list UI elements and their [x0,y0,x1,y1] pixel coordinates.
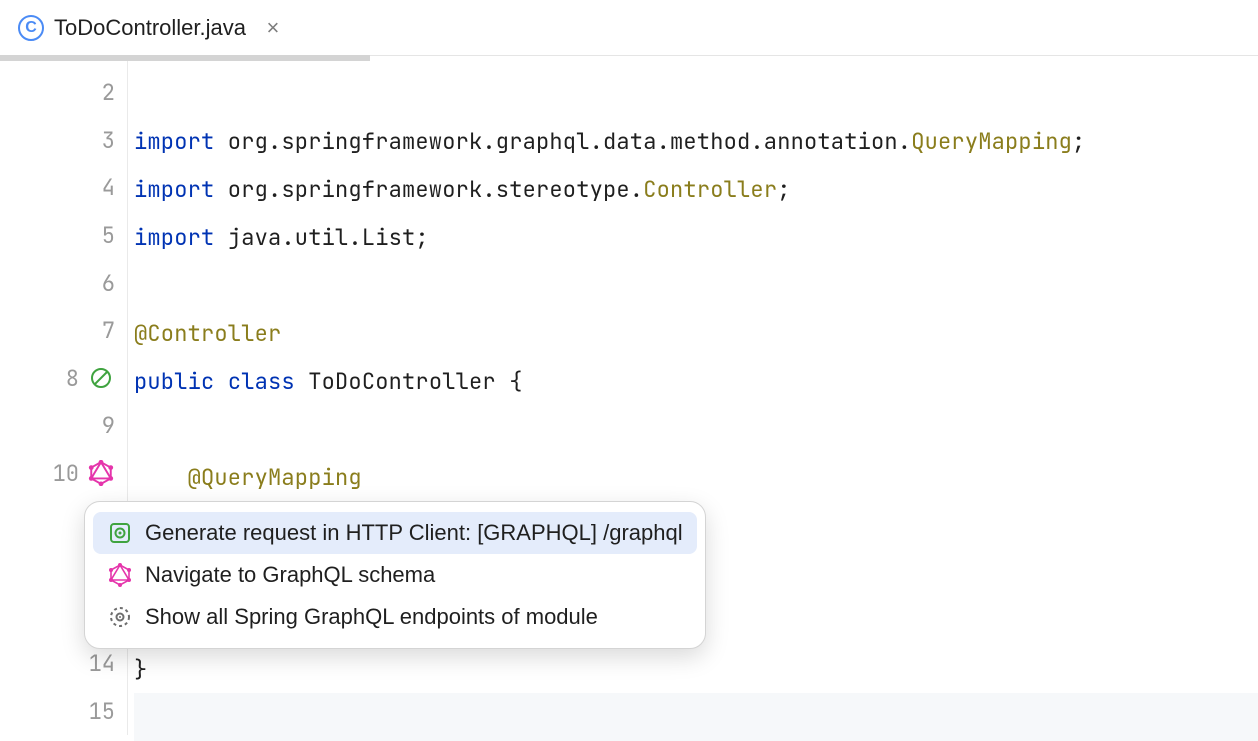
gutter-line[interactable]: 7 [0,307,127,355]
close-icon[interactable]: × [262,17,284,39]
code-line [134,405,1258,453]
code-line [134,261,1258,309]
code-line: public class ToDoController { [134,357,1258,405]
code-line: } [134,645,1258,693]
gutter-line[interactable]: 2 [0,69,127,117]
code-line: import org.springframework.stereotype.Co… [134,165,1258,213]
file-tab[interactable]: C ToDoController.java × [0,0,302,55]
graphql-icon[interactable] [87,459,115,487]
tab-underline [0,55,370,61]
popup-item-navigate-schema[interactable]: Navigate to GraphQL schema [93,554,697,596]
gutter-line[interactable]: 9 [0,402,127,450]
popup-item-label: Generate request in HTTP Client: [GRAPHQ… [145,520,683,546]
code-line [134,69,1258,117]
tab-title: ToDoController.java [54,15,246,41]
editor: 2 3 4 5 6 7 8 9 10 [0,61,1258,735]
popup-item-generate-request[interactable]: Generate request in HTTP Client: [GRAPHQ… [93,512,697,554]
code-line: @QueryMapping [134,453,1258,501]
generate-icon [107,520,133,546]
popup-item-show-endpoints[interactable]: Show all Spring GraphQL endpoints of mod… [93,596,697,638]
gutter-line[interactable]: 15 [0,688,127,736]
code-line-current [134,693,1258,741]
gutter-line[interactable]: 6 [0,259,127,307]
gutter-line[interactable]: 4 [0,164,127,212]
gutter-line[interactable]: 8 [0,354,127,402]
gutter-line[interactable]: 10 [0,450,127,498]
context-popup: Generate request in HTTP Client: [GRAPHQ… [84,501,706,649]
popup-item-label: Show all Spring GraphQL endpoints of mod… [145,604,598,630]
endpoints-icon [107,604,133,630]
tab-bar: C ToDoController.java × [0,0,1258,56]
popup-item-label: Navigate to GraphQL schema [145,562,435,588]
code-line: @Controller [134,309,1258,357]
class-icon: C [18,15,44,41]
gutter-line[interactable]: 3 [0,117,127,165]
code-line: import java.util.List; [134,213,1258,261]
graphql-icon [107,562,133,588]
code-line: import org.springframework.graphql.data.… [134,117,1258,165]
gutter-line[interactable]: 5 [0,212,127,260]
prohibit-icon[interactable] [87,364,115,392]
